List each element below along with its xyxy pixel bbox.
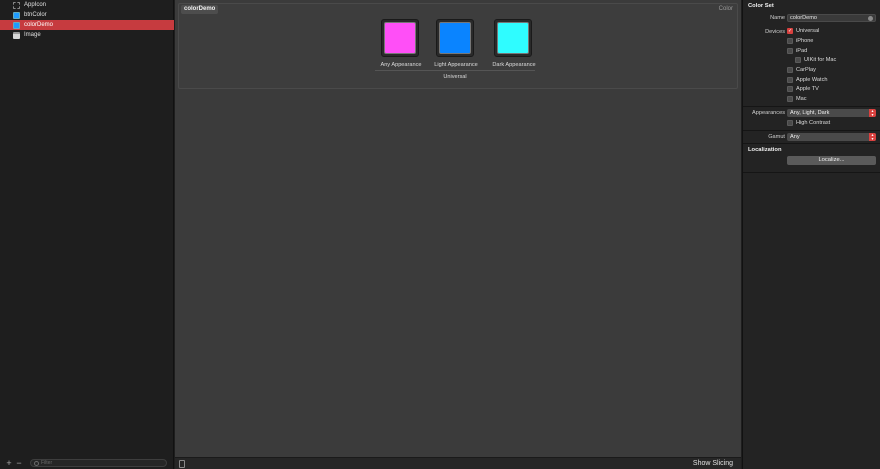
show-slicing-button[interactable]: Show Slicing — [693, 460, 733, 467]
appearances-value: Any, Light, Dark — [790, 110, 830, 116]
color-fill — [497, 22, 529, 54]
document-icon[interactable] — [179, 460, 185, 468]
asset-editor: colorDemo Color Any Appearance Light App… — [175, 0, 741, 469]
asset-item-label: btnColor — [24, 12, 47, 18]
color-swatch[interactable] — [381, 19, 419, 57]
high-contrast-checkbox[interactable]: High Contrast — [787, 120, 830, 126]
swatch-label: Dark Appearance — [492, 62, 536, 68]
device-iphone-checkbox[interactable]: iPhone — [787, 38, 813, 44]
asset-item-label: Image — [24, 32, 41, 38]
color-fill — [439, 22, 471, 54]
gamut-label: Gamut — [768, 134, 785, 140]
appearances-popup[interactable]: Any, Light, Dark ▴ ▾ — [787, 109, 876, 117]
asset-item-colordemo[interactable]: colorDemo — [0, 20, 174, 30]
color-fill — [384, 22, 416, 54]
checkbox-box — [787, 38, 793, 44]
color-set-icon — [13, 21, 20, 29]
app-icon-set-icon — [13, 1, 20, 9]
checkbox-label: UIKit for Mac — [804, 57, 837, 63]
swatch-any-appearance[interactable]: Any Appearance — [380, 19, 422, 68]
popup-arrows-icon: ▴ ▾ — [869, 133, 876, 141]
asset-list: AppIcon btnColor colorDemo Image — [0, 0, 174, 40]
checkbox-box — [787, 77, 793, 83]
device-apple-watch-checkbox[interactable]: Apple Watch — [787, 77, 828, 83]
asset-item-label: AppIcon — [24, 2, 47, 8]
color-swatch[interactable] — [494, 19, 532, 57]
section-divider — [743, 172, 880, 173]
device-universal-checkbox[interactable]: ✓ Universal — [787, 28, 819, 34]
checkbox-box — [787, 67, 793, 73]
device-apple-tv-checkbox[interactable]: Apple TV — [787, 86, 819, 92]
color-set-panel[interactable]: colorDemo Color Any Appearance Light App… — [178, 3, 738, 89]
asset-navigator: AppIcon btnColor colorDemo Image + − Fil… — [0, 0, 174, 469]
filter-input[interactable]: Filter — [30, 459, 167, 467]
remove-asset-button[interactable]: − — [14, 458, 24, 468]
filter-placeholder: Filter — [41, 460, 53, 466]
checkbox-label: iPhone — [796, 38, 814, 44]
device-uikit-for-mac-checkbox[interactable]: UIKit for Mac — [795, 57, 836, 63]
checkbox-label: iPad — [796, 48, 808, 54]
localization-title: Localization — [748, 147, 782, 153]
checkbox-box — [795, 57, 801, 63]
appearances-label: Appearances — [752, 110, 785, 116]
group-divider — [375, 70, 535, 71]
checkbox-label: CarPlay — [796, 67, 816, 73]
asset-item-image[interactable]: Image — [0, 30, 174, 40]
add-asset-button[interactable]: + — [4, 458, 14, 468]
section-divider — [743, 143, 880, 144]
section-title: Color Set — [748, 3, 774, 9]
color-swatch[interactable] — [436, 19, 474, 57]
checkbox-box — [787, 86, 793, 92]
color-set-title: colorDemo — [181, 5, 219, 14]
name-field[interactable]: colorDemo — [787, 14, 876, 22]
checkbox-label: High Contrast — [796, 120, 831, 126]
localize-button[interactable]: Localize... — [787, 156, 876, 165]
asset-item-appicon[interactable]: AppIcon — [0, 0, 174, 10]
clear-icon[interactable] — [868, 16, 873, 21]
checkbox-box — [787, 48, 793, 54]
section-divider — [743, 130, 880, 131]
checkbox-box — [787, 120, 793, 126]
attributes-inspector: Color Set Name colorDemo Devices ✓ Unive… — [742, 0, 880, 469]
image-set-icon — [13, 31, 20, 39]
checkbox-label: Apple TV — [796, 86, 819, 92]
device-mac-checkbox[interactable]: Mac — [787, 96, 807, 102]
name-value: colorDemo — [790, 15, 818, 21]
asset-item-btncolor[interactable]: btnColor — [0, 10, 174, 20]
devices-label: Devices — [765, 29, 785, 35]
device-carplay-checkbox[interactable]: CarPlay — [787, 67, 816, 73]
filter-icon — [34, 460, 39, 466]
section-divider — [743, 106, 880, 107]
checkbox-box — [787, 96, 793, 102]
device-ipad-checkbox[interactable]: iPad — [787, 48, 807, 54]
navigator-footer: + − Filter — [0, 457, 174, 469]
asset-item-label: colorDemo — [24, 22, 54, 28]
checkmark-icon: ✓ — [787, 28, 793, 34]
swatch-light-appearance[interactable]: Light Appearance — [434, 19, 478, 68]
checkbox-label: Universal — [796, 28, 820, 34]
name-label: Name — [770, 15, 785, 21]
popup-arrows-icon: ▴ ▾ — [869, 109, 876, 117]
checkbox-label: Apple Watch — [796, 77, 828, 83]
gamut-popup[interactable]: Any ▴ ▾ — [787, 133, 876, 141]
gamut-value: Any — [790, 134, 800, 140]
asset-type-label: Color — [718, 6, 733, 12]
color-set-icon — [13, 11, 20, 19]
group-label: Universal — [443, 74, 467, 80]
checkbox-label: Mac — [796, 96, 807, 102]
editor-footer: Show Slicing — [175, 457, 741, 469]
swatch-dark-appearance[interactable]: Dark Appearance — [492, 19, 536, 68]
